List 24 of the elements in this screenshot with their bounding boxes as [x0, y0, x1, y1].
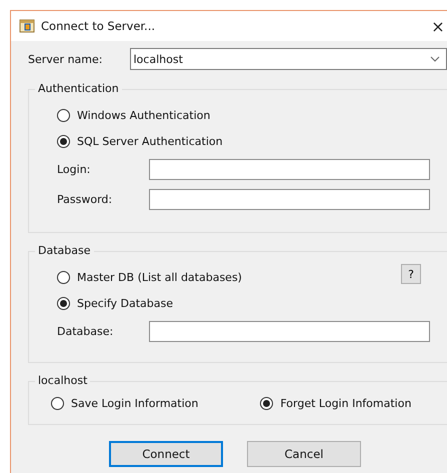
connect-button[interactable]: Connect — [109, 441, 223, 467]
chevron-down-icon — [430, 56, 440, 62]
help-button[interactable]: ? — [401, 264, 421, 284]
close-button[interactable]: × — [429, 16, 447, 36]
group-title: Authentication — [35, 82, 122, 95]
radio-option[interactable]: Specify Database — [57, 290, 174, 316]
window-title: Connect to Server... — [41, 19, 156, 33]
radio-option[interactable]: Forget Login Infomation — [260, 392, 412, 414]
field-label: Database: — [57, 324, 114, 338]
field-label: Server name: — [28, 52, 104, 66]
radio-option[interactable]: Save Login Information — [51, 392, 198, 414]
server-name-dropdown[interactable]: localhost — [130, 48, 447, 70]
input-field[interactable] — [149, 188, 430, 210]
radio-option[interactable]: Master DB (List all databases) — [57, 264, 242, 290]
app-icon — [19, 18, 35, 34]
group-title: Database — [35, 244, 94, 257]
input-field[interactable] — [149, 320, 430, 342]
radio-option[interactable]: SQL Server Authentication — [57, 128, 223, 154]
group-title: localhost — [35, 374, 90, 387]
input-field[interactable] — [149, 158, 430, 180]
radio-option[interactable]: Windows Authentication — [57, 102, 210, 128]
field-label: Password: — [57, 192, 114, 206]
cancel-button[interactable]: Cancel — [247, 441, 361, 467]
field-label: Login: — [57, 162, 92, 176]
